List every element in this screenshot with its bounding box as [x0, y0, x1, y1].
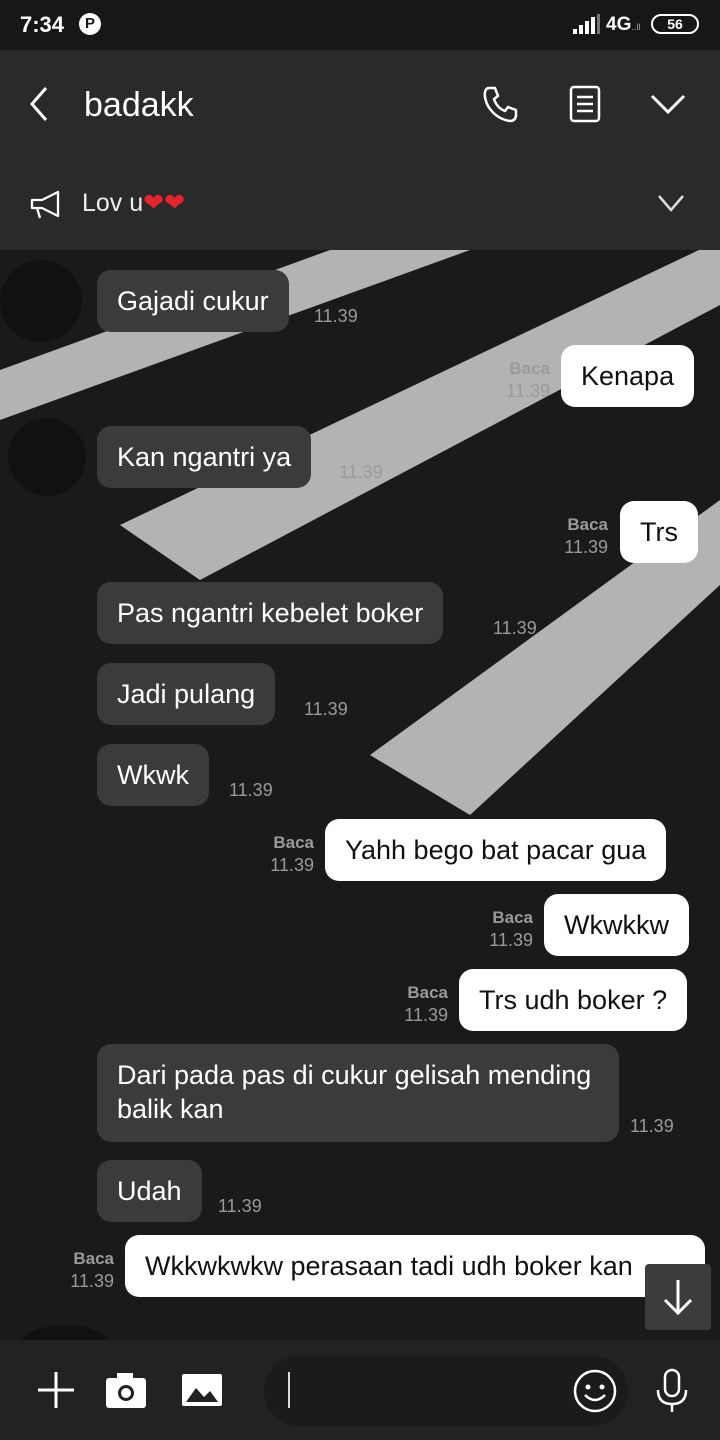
arrow-down-icon: [663, 1280, 693, 1316]
chat-header: badakk Lov u❤❤: [0, 50, 720, 250]
message-time: 11.39: [218, 1196, 262, 1216]
image-icon[interactable]: [180, 1370, 224, 1410]
network-type: 4G..ll: [606, 14, 641, 35]
megaphone-icon: [30, 190, 60, 219]
message-bubble-incoming[interactable]: Udah: [97, 1160, 202, 1222]
message-time: 11.39: [339, 462, 383, 482]
back-icon[interactable]: [24, 84, 58, 124]
pinterest-icon: P: [79, 13, 101, 35]
announcement-text[interactable]: Lov u❤❤: [82, 188, 185, 218]
chat-area[interactable]: Gajadi cukur 11.39 Baca 11.39 Kenapa Kan …: [0, 250, 720, 1340]
message-bubble-incoming[interactable]: Dari pada pas di cukur gelisah mending b…: [97, 1044, 619, 1142]
status-bar: 7:34 P 4G..ll 56: [0, 0, 720, 50]
read-receipt: Baca 11.39: [404, 983, 448, 1025]
message-bubble-outgoing[interactable]: Wkkwkwkw perasaan tadi udh boker kan: [125, 1235, 705, 1297]
camera-icon[interactable]: [104, 1370, 148, 1410]
status-time: 7:34: [20, 12, 65, 37]
message-time: 11.39: [493, 618, 537, 638]
emoji-icon[interactable]: [572, 1368, 618, 1414]
avatar[interactable]: [8, 418, 86, 496]
mic-icon[interactable]: [654, 1368, 690, 1414]
chat-title[interactable]: badakk: [84, 86, 194, 125]
read-receipt: Baca 11.39: [489, 908, 533, 950]
message-time: 11.39: [229, 780, 273, 800]
message-bubble-incoming[interactable]: Gajadi cukur: [97, 270, 289, 332]
message-time: 11.39: [304, 699, 348, 719]
chevron-down-icon[interactable]: [648, 88, 688, 122]
read-receipt: Baca 11.39: [70, 1249, 114, 1291]
text-cursor: [288, 1372, 290, 1408]
message-time: 11.39: [314, 306, 358, 326]
message-bubble-outgoing[interactable]: Wkwkkw: [544, 894, 689, 956]
plus-icon[interactable]: [36, 1370, 76, 1410]
message-time: 11.39: [630, 1116, 674, 1136]
read-receipt: Baca 11.39: [564, 515, 608, 557]
notes-icon[interactable]: [565, 84, 605, 124]
message-bubble-incoming[interactable]: Kan ngantri ya: [97, 426, 312, 488]
signal-icon: [573, 14, 600, 34]
read-receipt: Baca 11.39: [506, 359, 550, 401]
message-bubble-outgoing[interactable]: Yahh bego bat pacar gua: [325, 819, 667, 881]
message-bubble-incoming[interactable]: Wkwk: [97, 744, 209, 806]
avatar[interactable]: [0, 260, 82, 342]
call-icon[interactable]: [480, 84, 520, 124]
scroll-to-bottom-button[interactable]: [645, 1264, 711, 1330]
battery-indicator: 56: [651, 14, 699, 34]
composer-bar: [0, 1340, 720, 1440]
announcement-chevron-icon[interactable]: [655, 190, 687, 218]
message-bubble-outgoing[interactable]: Trs: [620, 501, 698, 563]
read-receipt: Baca 11.39: [270, 833, 314, 875]
message-bubble-incoming[interactable]: Pas ngantri kebelet boker: [97, 582, 444, 644]
message-bubble-incoming[interactable]: Jadi pulang: [97, 663, 276, 725]
message-bubble-outgoing[interactable]: Trs udh boker ?: [459, 969, 688, 1031]
message-bubble-outgoing[interactable]: Kenapa: [561, 345, 695, 407]
